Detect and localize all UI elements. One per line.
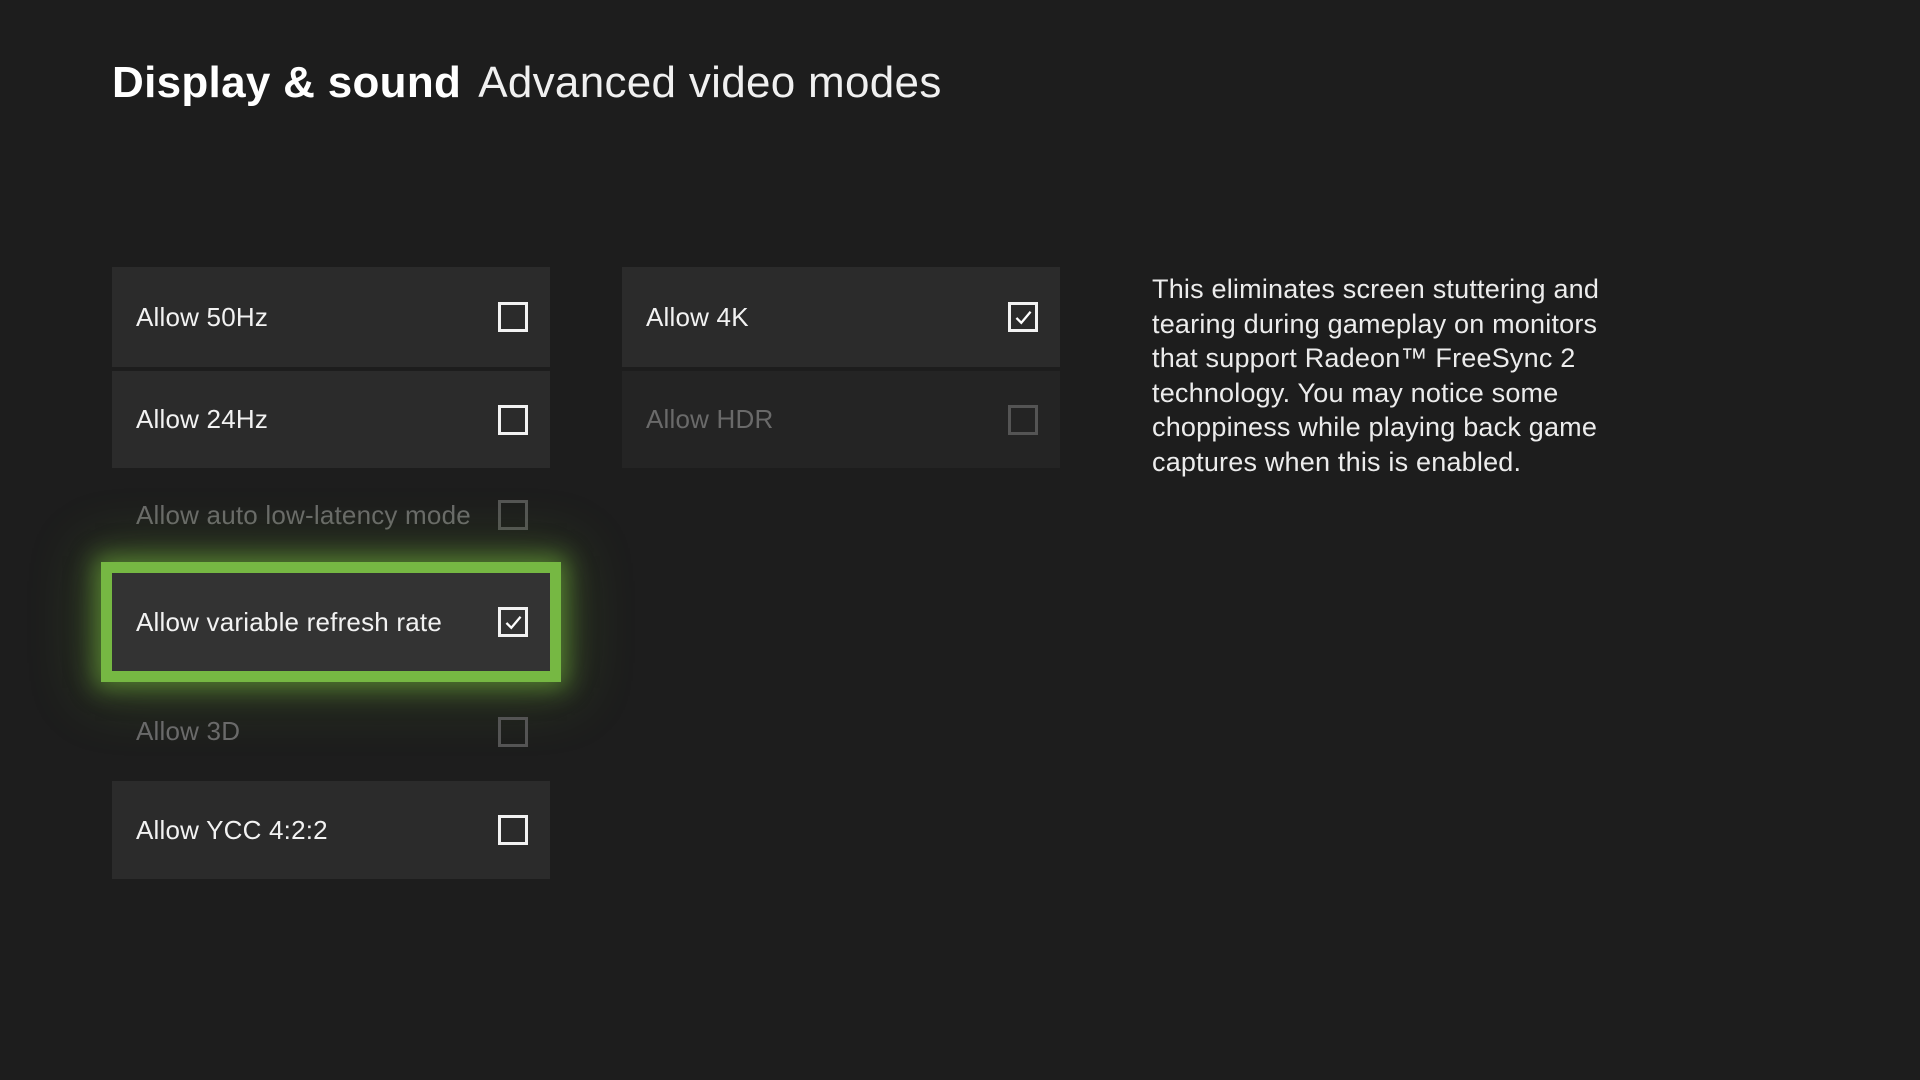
- checkbox-icon: [1008, 405, 1038, 435]
- video-modes-column-1: Allow 50Hz Allow 24Hz Allow auto low-lat…: [112, 267, 550, 879]
- checkbox-icon: [498, 717, 528, 747]
- page-header: Display & sound Advanced video modes: [112, 58, 942, 108]
- checkbox-icon[interactable]: [498, 405, 528, 435]
- toggle-label: Allow 3D: [136, 716, 240, 747]
- toggle-allow-ycc-422[interactable]: Allow YCC 4:2:2: [112, 781, 550, 879]
- toggle-label: Allow HDR: [646, 404, 773, 435]
- toggle-allow-auto-low-latency-mode: Allow auto low-latency mode: [112, 472, 550, 558]
- checkbox-icon[interactable]: [1008, 302, 1038, 332]
- checkbox-icon[interactable]: [498, 815, 528, 845]
- toggle-allow-4k[interactable]: Allow 4K: [622, 267, 1060, 367]
- toggle-allow-24hz[interactable]: Allow 24Hz: [112, 371, 550, 468]
- toggle-label: Allow 24Hz: [136, 404, 268, 435]
- page-title: Display & sound Advanced video modes: [112, 58, 942, 108]
- toggle-label: Allow 4K: [646, 302, 749, 333]
- toggle-label: Allow auto low-latency mode: [136, 500, 471, 531]
- checkmark-icon: [502, 611, 525, 634]
- section-title: Display & sound: [112, 58, 461, 107]
- toggle-allow-3d: Allow 3D: [112, 686, 550, 777]
- checkbox-icon[interactable]: [498, 302, 528, 332]
- page-subtitle: Advanced video modes: [478, 58, 941, 107]
- video-modes-column-2: Allow 4K Allow HDR: [622, 267, 1060, 468]
- setting-description: This eliminates screen stuttering and te…: [1152, 272, 1642, 479]
- toggle-allow-hdr: Allow HDR: [622, 371, 1060, 468]
- toggle-label: Allow YCC 4:2:2: [136, 815, 328, 846]
- toggle-allow-50hz[interactable]: Allow 50Hz: [112, 267, 550, 367]
- checkbox-icon[interactable]: [498, 607, 528, 637]
- toggle-label: Allow variable refresh rate: [136, 607, 442, 638]
- toggle-label: Allow 50Hz: [136, 302, 268, 333]
- toggle-allow-variable-refresh-rate[interactable]: Allow variable refresh rate: [101, 562, 561, 682]
- checkbox-icon: [498, 500, 528, 530]
- checkmark-icon: [1012, 306, 1035, 329]
